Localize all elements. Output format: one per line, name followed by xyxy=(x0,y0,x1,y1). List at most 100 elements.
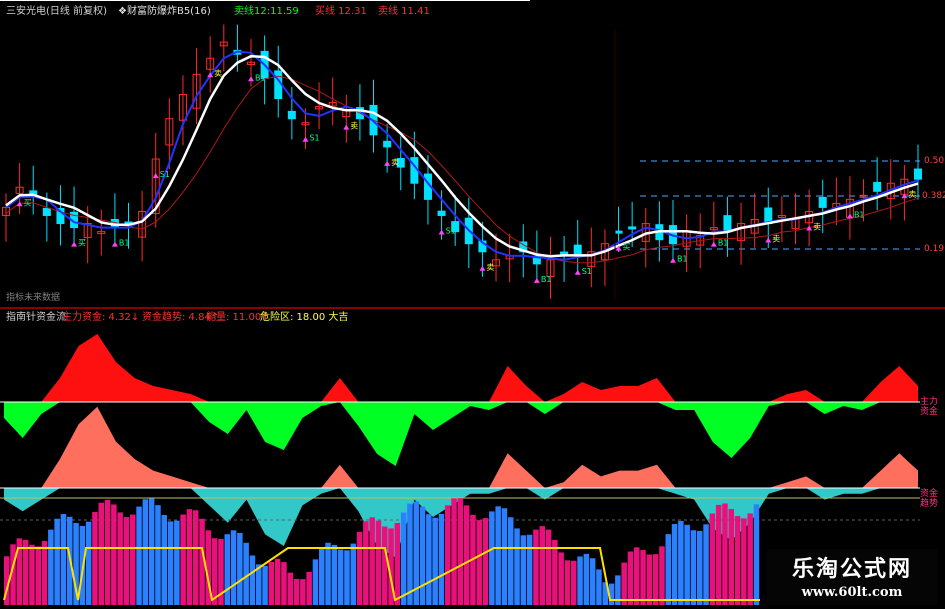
signal-triangle xyxy=(71,241,78,247)
energy-bar xyxy=(596,569,602,605)
candle-body xyxy=(42,207,51,216)
energy-bar xyxy=(319,547,325,605)
candle-body xyxy=(614,230,623,234)
energy-bar xyxy=(268,561,275,605)
signal-triangle xyxy=(710,241,717,247)
energy-bar xyxy=(136,506,142,605)
energy-bar xyxy=(306,571,312,605)
energy-bar xyxy=(104,499,111,605)
main-fund-tag: 主力资金 xyxy=(920,397,939,417)
energy-bar xyxy=(22,539,29,605)
level-050: 0.50 xyxy=(924,156,945,166)
energy-bar xyxy=(287,572,293,605)
signal-label: B1 xyxy=(854,210,865,219)
energy-bar xyxy=(709,513,716,605)
energy-bar xyxy=(432,517,438,605)
energy-bar xyxy=(243,542,249,605)
energy-bar xyxy=(621,562,627,605)
signal-triangle xyxy=(343,124,350,130)
signal-label: B1 xyxy=(541,275,552,284)
sell-line-2: 卖线 11.41 xyxy=(378,6,430,17)
energy-bar xyxy=(230,530,237,605)
signal-triangle xyxy=(16,201,23,207)
buy-line: 买线 12.31 xyxy=(315,6,367,17)
signal-label: B1 xyxy=(718,239,729,248)
energy-bar xyxy=(753,504,760,605)
signal-label: 买 xyxy=(623,243,631,252)
signal-label: 卖 xyxy=(391,158,399,167)
signal-label: 卖 xyxy=(214,69,222,78)
energy-bar xyxy=(312,559,319,605)
signal-triangle xyxy=(302,136,309,142)
energy-bar xyxy=(325,542,331,605)
energy-bar xyxy=(167,521,174,605)
signal-label: 卖 xyxy=(486,263,494,272)
main-fund-negative xyxy=(4,402,918,466)
fund-trend-positive xyxy=(4,406,918,488)
signal-triangle xyxy=(479,265,486,271)
energy-bar xyxy=(501,508,508,605)
energy-bar xyxy=(520,535,527,605)
energy-bar xyxy=(249,555,256,605)
energy-bar xyxy=(514,528,520,605)
signal-label: S1 xyxy=(309,134,319,143)
energy-bar xyxy=(331,544,338,605)
signal-label: 卖 xyxy=(350,122,358,131)
energy-bar xyxy=(274,558,281,605)
signal-triangle xyxy=(438,229,445,235)
energy-bar xyxy=(495,506,501,605)
candle-body xyxy=(383,140,392,148)
fund-trend-tag: 资金趋势 xyxy=(920,489,939,509)
energy-bar xyxy=(728,509,734,605)
energy-bar xyxy=(356,531,363,605)
signal-triangle xyxy=(669,257,676,263)
energy-bar xyxy=(344,550,350,605)
energy-bar xyxy=(237,532,243,605)
energy-bar xyxy=(634,547,640,605)
watermark-url: www.60lt.com xyxy=(801,585,903,600)
signal-label: 买 xyxy=(24,198,32,207)
energy-bar xyxy=(369,517,375,605)
signal-triangle xyxy=(846,213,853,219)
signal-label: 卖 xyxy=(908,190,916,199)
energy-bar xyxy=(262,565,268,605)
energy-bar xyxy=(571,560,577,605)
candle-body xyxy=(437,210,446,216)
energy-bar xyxy=(445,505,451,605)
energy-bar xyxy=(665,534,671,605)
energy-bar xyxy=(130,514,136,605)
candle-body xyxy=(873,181,882,192)
energy-bar xyxy=(545,529,552,605)
candle-body xyxy=(723,215,732,233)
energy-bar xyxy=(463,505,470,605)
energy-bar xyxy=(508,517,514,605)
energy-bar xyxy=(558,552,564,605)
energy-bar xyxy=(123,517,130,605)
energy-bar xyxy=(577,556,583,605)
level-0191: 0.191 xyxy=(924,244,945,254)
energy-bar xyxy=(703,524,709,605)
energy-bar xyxy=(476,520,482,605)
energy-bar xyxy=(111,504,117,605)
energy-bar xyxy=(583,553,590,605)
energy-bar xyxy=(552,540,558,605)
energy-bar xyxy=(438,513,445,605)
energy-bar xyxy=(564,560,571,605)
energy-bar xyxy=(652,554,659,605)
energy-bar xyxy=(747,513,753,605)
energy-bar xyxy=(41,540,48,605)
energy-bar xyxy=(394,522,401,605)
energy-bar xyxy=(451,498,457,605)
energy-bar xyxy=(671,524,678,605)
subchart-title: 指南针资金流 xyxy=(6,312,66,323)
future-data-note: 指标未来数据 xyxy=(6,293,61,303)
signal-label: 卖 xyxy=(772,235,780,244)
stock-chart-screen: 买买 B1 S1 卖 B1 S1 卖卖 S1 卖 B1 S1 买 B1 B1 卖卖 B1 卖 三安光电(日线 前… xyxy=(0,0,945,609)
candle-body xyxy=(628,226,637,230)
energy-bar xyxy=(426,514,432,605)
energy-bar xyxy=(350,543,356,605)
signal-label: B1 xyxy=(255,73,266,82)
energy-bar xyxy=(734,516,741,605)
energy-bar xyxy=(117,512,123,605)
energy-bar xyxy=(375,520,382,605)
